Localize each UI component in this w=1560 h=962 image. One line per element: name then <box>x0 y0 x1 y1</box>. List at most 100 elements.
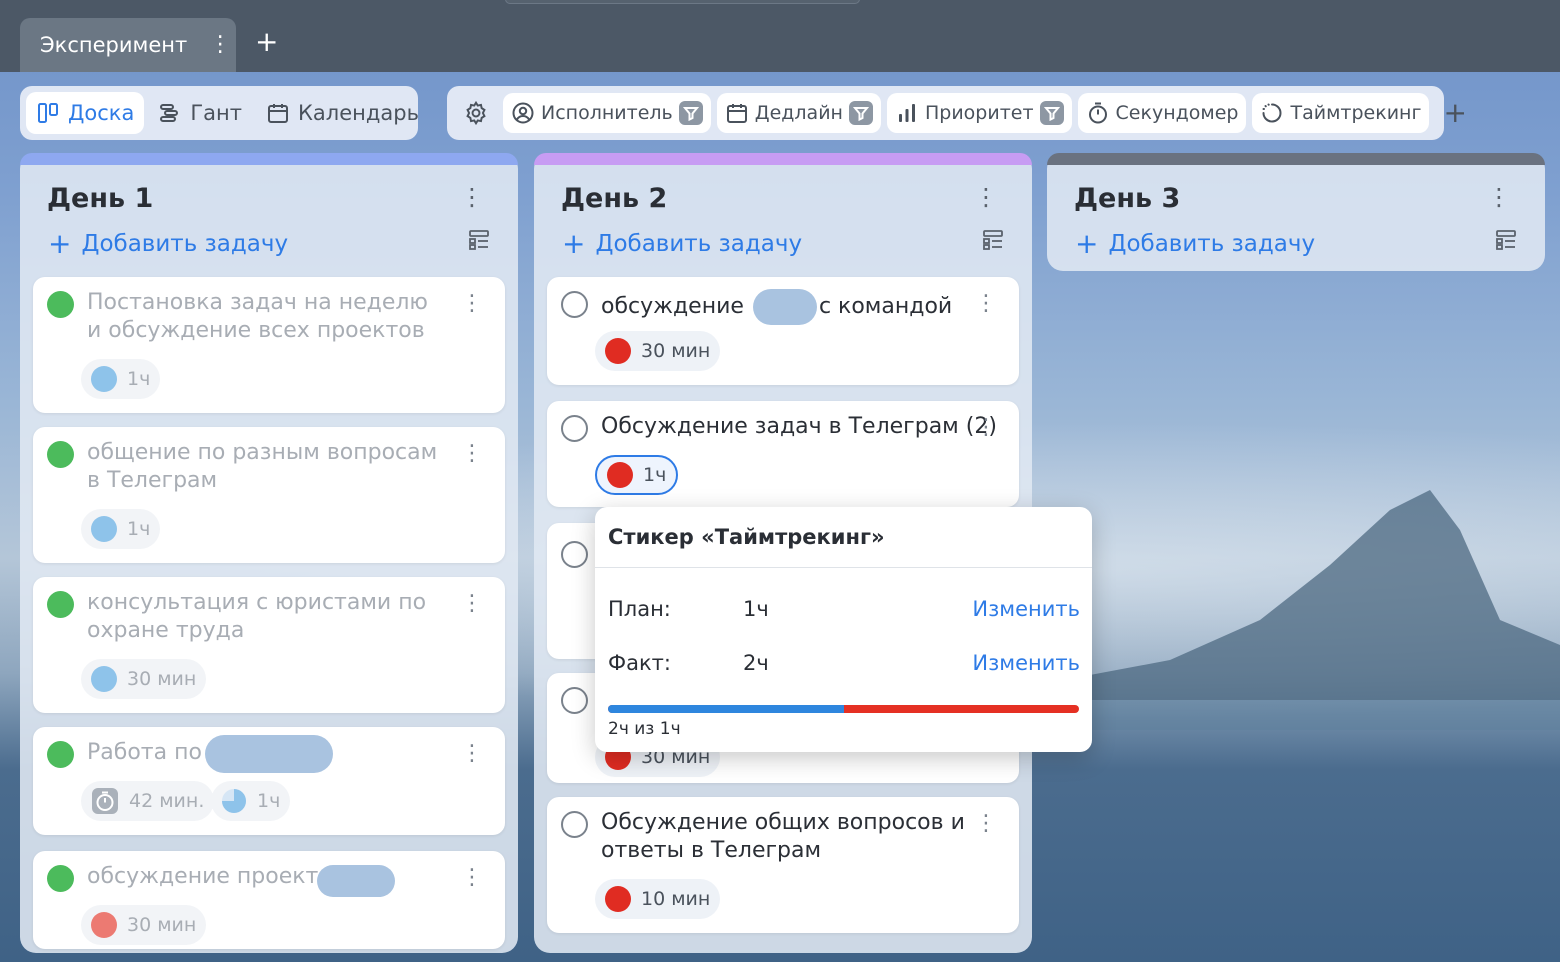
task-menu-icon[interactable]: ⋮ <box>461 293 483 315</box>
list-view-icon[interactable] <box>982 229 1004 251</box>
task-menu-icon[interactable]: ⋮ <box>975 417 997 439</box>
task-card[interactable]: Постановка задач на неделю и обсуждение … <box>33 277 505 413</box>
deadline-filter-button[interactable]: Дедлайн <box>716 93 881 133</box>
timetracking-icon <box>1262 103 1282 123</box>
redacted-text <box>752 289 817 325</box>
task-card[interactable]: общение по разным вопросам в Телеграм ⋮ … <box>33 427 505 563</box>
list-view-icon[interactable] <box>1495 229 1517 251</box>
time-estimate-label: 1ч <box>127 518 151 540</box>
task-menu-icon[interactable]: ⋮ <box>461 743 483 765</box>
check-done-icon[interactable] <box>47 591 74 618</box>
redacted-text <box>205 735 333 773</box>
task-menu-icon[interactable]: ⋮ <box>461 867 483 889</box>
tab-calendar[interactable]: Календарь <box>256 92 429 134</box>
calendar-icon <box>726 104 747 123</box>
priority-dot <box>91 516 117 542</box>
column-menu-icon[interactable]: ⋮ <box>460 185 484 209</box>
task-card[interactable]: консультация с юристами по охране труда … <box>33 577 505 713</box>
add-task-button[interactable]: + Добавить задачу <box>562 227 802 260</box>
change-plan-link[interactable]: Изменить <box>972 597 1080 621</box>
task-card[interactable]: Работа по ⋮ 42 мин. 1ч <box>33 727 505 835</box>
priority-dot <box>605 886 631 912</box>
stopwatch-button[interactable]: Секундомер <box>1077 93 1247 133</box>
progress-pie-icon <box>222 789 246 813</box>
assignee-label: Исполнитель <box>541 102 673 124</box>
add-task-button[interactable]: + Добавить задачу <box>1075 227 1315 260</box>
tab-gantt-label: Гант <box>190 101 242 125</box>
time-estimate-pill[interactable]: 1ч <box>81 509 161 549</box>
time-estimate-pill[interactable]: 1ч <box>595 455 679 495</box>
time-estimate-label: 1ч <box>257 790 281 812</box>
stopwatch-pill[interactable]: 42 мин. <box>81 781 215 821</box>
priority-dot <box>605 338 631 364</box>
tab-board-label: Доска <box>68 101 135 125</box>
column-menu-icon[interactable]: ⋮ <box>1487 185 1511 209</box>
timetracking-button[interactable]: Таймтрекинг <box>1252 93 1430 133</box>
time-estimate-label: 30 мин <box>641 340 711 362</box>
redacted-text <box>317 865 395 897</box>
stopwatch-value: 42 мин. <box>129 790 205 812</box>
task-title: Обсуждение задач в Телеграм (2) <box>601 414 997 439</box>
assignee-filter-button[interactable]: Исполнитель <box>503 93 711 133</box>
filter-icon[interactable] <box>1039 101 1064 125</box>
stopwatch-icon <box>92 788 118 814</box>
task-title: Постановка задач на неделю и обсуждение … <box>87 290 428 343</box>
tab-gantt[interactable]: Гант <box>148 92 252 134</box>
task-card[interactable]: Обсуждение задач в Телеграм (2) ⋮ 1ч <box>547 401 1019 507</box>
filter-icon[interactable] <box>848 101 873 125</box>
time-estimate-label: 10 мин <box>641 888 711 910</box>
check-todo-icon[interactable] <box>561 811 588 838</box>
filter-icon[interactable] <box>678 101 703 125</box>
time-estimate-label: 1ч <box>127 368 151 390</box>
tab-board[interactable]: Доска <box>26 92 145 134</box>
check-todo-icon[interactable] <box>561 687 588 714</box>
check-done-icon[interactable] <box>47 741 74 768</box>
plus-icon: + <box>562 227 586 260</box>
time-estimate-pill[interactable]: 1ч <box>81 359 161 399</box>
task-card[interactable]: обсуждение с командой ⋮ 30 мин <box>547 277 1019 385</box>
task-menu-icon[interactable]: ⋮ <box>975 293 997 315</box>
calendar-icon <box>268 104 288 123</box>
check-todo-icon[interactable] <box>561 415 588 442</box>
column-color-band <box>534 153 1032 165</box>
fact-label: Факт: <box>608 651 671 675</box>
time-estimate-pill[interactable]: 1ч <box>211 781 291 821</box>
task-menu-icon[interactable]: ⋮ <box>975 813 997 835</box>
time-estimate-pill[interactable]: 30 мин <box>595 331 721 371</box>
project-menu-icon[interactable]: ⋮ <box>209 34 231 56</box>
column-menu-icon[interactable]: ⋮ <box>974 185 998 209</box>
window-handle <box>505 0 860 4</box>
priority-dot <box>607 462 633 488</box>
settings-button[interactable] <box>455 93 497 133</box>
time-estimate-pill[interactable]: 30 мин <box>81 659 207 699</box>
time-estimate-pill[interactable]: 10 мин <box>595 879 721 919</box>
deadline-label: Дедлайн <box>754 102 843 124</box>
task-card[interactable]: Обсуждение общих вопросов и ответы в Тел… <box>547 797 1019 933</box>
time-estimate-label: 30 мин <box>127 914 197 936</box>
change-fact-link[interactable]: Изменить <box>972 651 1080 675</box>
column-title: День 1 <box>47 183 154 214</box>
priority-dot <box>91 912 117 938</box>
check-done-icon[interactable] <box>47 441 74 468</box>
time-estimate-pill[interactable]: 30 мин <box>81 905 207 945</box>
list-view-icon[interactable] <box>468 229 490 251</box>
check-done-icon[interactable] <box>47 865 74 892</box>
check-done-icon[interactable] <box>47 291 74 318</box>
add-task-button[interactable]: + Добавить задачу <box>48 227 288 260</box>
fact-value: 2ч <box>743 651 769 675</box>
time-estimate-label: 1ч <box>643 464 667 486</box>
check-todo-icon[interactable] <box>561 291 588 318</box>
task-menu-icon[interactable]: ⋮ <box>461 443 483 465</box>
task-title-part: обсуждение <box>601 294 744 319</box>
check-todo-icon[interactable] <box>561 541 588 568</box>
add-task-label: Добавить задачу <box>81 230 289 257</box>
progress-bar-plan <box>608 705 844 713</box>
task-card[interactable]: обсуждение проекта ⋮ 30 мин <box>33 851 505 949</box>
progress-bar <box>608 705 1079 713</box>
task-menu-icon[interactable]: ⋮ <box>461 593 483 615</box>
add-project-icon[interactable]: + <box>255 28 278 56</box>
priority-filter-button[interactable]: Приоритет <box>886 93 1072 133</box>
project-tab[interactable]: Эксперимент ⋮ <box>20 18 236 72</box>
add-field-button[interactable]: + <box>1435 93 1474 133</box>
board-icon <box>38 103 58 123</box>
